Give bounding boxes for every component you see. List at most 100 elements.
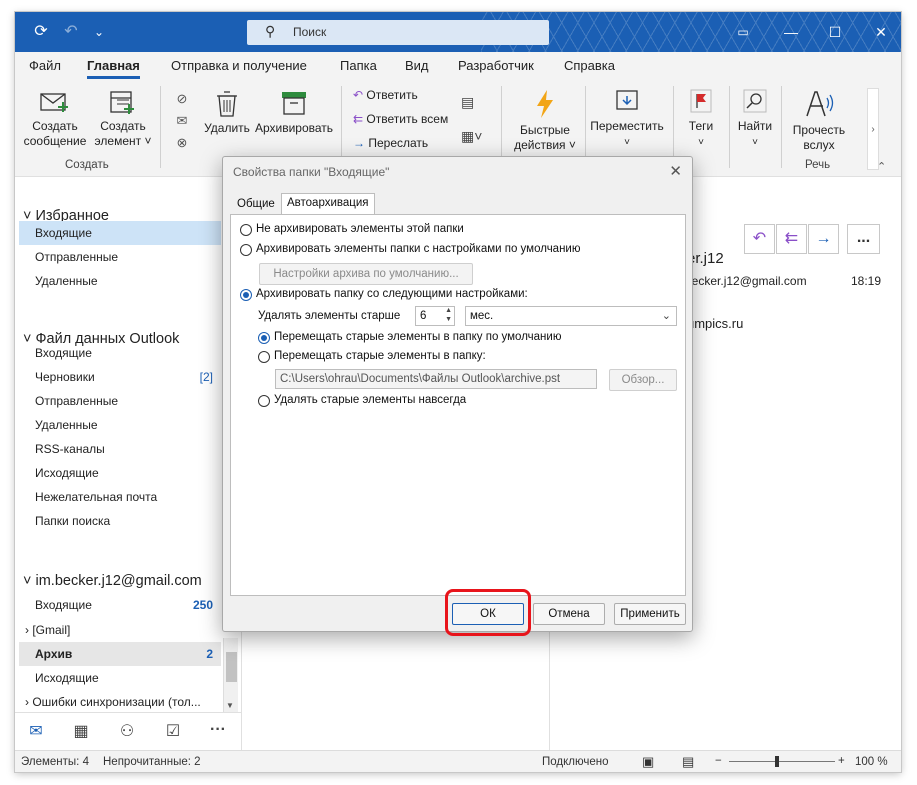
close-icon[interactable]: ✕	[869, 22, 893, 42]
tab-developer[interactable]: Разработчик	[458, 58, 534, 73]
fav-item-label: Входящие	[35, 226, 92, 240]
datafile-item-drafts[interactable]: Черновики [2]	[19, 365, 221, 389]
older-than-value: 6	[420, 310, 427, 322]
apply-button[interactable]: Применить	[614, 603, 686, 625]
more-actions-button[interactable]: ...	[847, 224, 880, 254]
search-input[interactable]: ⚲ Поиск	[247, 20, 549, 45]
radio-delete-permanently[interactable]	[258, 395, 270, 407]
move-button[interactable]: Переместить ˅	[589, 88, 665, 150]
datafile-item-outbox[interactable]: Исходящие	[19, 461, 221, 485]
nav-item-label: Черновики	[35, 370, 95, 384]
fav-item-sent[interactable]: Отправленные	[19, 245, 221, 269]
account-item-gmail[interactable]: › [Gmail]	[19, 618, 221, 642]
default-archive-settings-button[interactable]: Настройки архива по умолчанию...	[259, 263, 473, 285]
ignore-icon[interactable]: ⊘	[177, 91, 188, 106]
account-header[interactable]: ˅ im.becker.j12@gmail.com	[23, 573, 202, 589]
account-item-archive[interactable]: Архив 2	[19, 642, 221, 666]
maximize-icon[interactable]: ☐	[823, 22, 847, 42]
period-select[interactable]: мес. ⌄	[465, 306, 677, 326]
zoom-slider[interactable]	[729, 761, 835, 762]
dialog-close-icon[interactable]: ✕	[669, 162, 682, 180]
tab-view[interactable]: Вид	[405, 58, 429, 73]
cleanup-icon[interactable]: ✉	[177, 113, 188, 128]
more-apps-icon[interactable]: ···	[207, 721, 229, 743]
radio-default-archive[interactable]	[240, 244, 252, 256]
fav-item-deleted[interactable]: Удаленные	[19, 269, 221, 293]
tab-autoarchive[interactable]: Автоархивация	[281, 193, 375, 215]
tab-file[interactable]: Файл	[29, 58, 61, 73]
sender-email: becker.j12@gmail.com	[685, 274, 807, 288]
datafile-item-rss[interactable]: RSS-каналы	[19, 437, 221, 461]
ribbon-scroll-right-icon[interactable]: ›	[867, 88, 879, 170]
more-respond-icon[interactable]: ▦˅	[461, 128, 482, 145]
period-value: мес.	[470, 310, 494, 322]
datafile-item-inbox[interactable]: Входящие	[19, 341, 221, 365]
zoom-in-icon[interactable]: +	[838, 755, 845, 767]
calendar-icon[interactable]: ▦	[70, 721, 92, 743]
archive-button[interactable]: Архивировать	[253, 88, 335, 136]
move-to-label[interactable]: Перемещать старые элементы в папку:	[274, 350, 486, 362]
read-aloud-button[interactable]: Прочесть вслух	[785, 88, 853, 153]
tab-help[interactable]: Справка	[564, 58, 615, 73]
new-item-button[interactable]: Создать элемент ˅	[91, 88, 155, 149]
quick-steps-button[interactable]: Быстрые действия ˅	[509, 88, 581, 153]
sync-icon[interactable]: ⟳	[31, 22, 51, 42]
zoom-out-icon[interactable]: −	[715, 755, 722, 767]
normal-view-icon[interactable]: ▣	[642, 754, 654, 770]
tab-general[interactable]: Общие	[232, 195, 280, 215]
radio-move-to[interactable]	[258, 351, 270, 363]
tasks-icon[interactable]: ☑	[162, 721, 184, 743]
scrollbar-thumb[interactable]	[226, 652, 237, 682]
ok-button-highlight	[445, 589, 531, 636]
ribbon-display-icon[interactable]: ▭	[731, 22, 755, 42]
new-message-button[interactable]: Создать сообщение	[23, 88, 87, 149]
reply-button[interactable]: ↶ Ответить	[353, 88, 418, 102]
find-button[interactable]: Найти ˅	[733, 88, 777, 150]
tab-folder[interactable]: Папка	[340, 58, 377, 73]
datafile-item-deleted[interactable]: Удаленные	[19, 413, 221, 437]
move-default-label[interactable]: Перемещать старые элементы в папку по ум…	[274, 331, 561, 343]
chevron-down-icon: ⌄	[661, 310, 671, 322]
mail-icon[interactable]: ✉	[25, 721, 47, 743]
no-archive-label[interactable]: Не архивировать элементы этой папки	[256, 223, 464, 235]
older-than-stepper[interactable]: 6 ▲ ▼	[415, 306, 455, 326]
account-item-sync-errors[interactable]: › Ошибки синхронизации (тол...	[19, 690, 221, 712]
default-archive-label[interactable]: Архивировать элементы папки с настройкам…	[256, 243, 580, 255]
radio-custom-archive[interactable]	[240, 289, 252, 301]
forward-icon[interactable]: →	[808, 224, 839, 254]
account-item-inbox[interactable]: Входящие 250	[19, 593, 221, 617]
radio-move-default[interactable]	[258, 332, 270, 344]
tab-send-receive[interactable]: Отправка и получение	[171, 58, 307, 73]
undo-icon[interactable]: ↶	[61, 22, 81, 42]
browse-button[interactable]: Обзор...	[609, 369, 677, 391]
tags-button[interactable]: Теги ˅	[679, 88, 723, 150]
folder-pane-scrollbar[interactable]: ▼	[223, 638, 238, 712]
datafile-item-junk[interactable]: Нежелательная почта	[19, 485, 221, 509]
reply-icon[interactable]: ↶	[744, 224, 775, 254]
datafile-item-sent[interactable]: Отправленные	[19, 389, 221, 413]
scroll-down-icon[interactable]: ▼	[226, 701, 234, 710]
fav-item-inbox[interactable]: Входящие	[19, 221, 221, 245]
forward-button[interactable]: → Переслать	[353, 136, 428, 150]
zoom-slider-thumb[interactable]	[775, 756, 779, 767]
reply-all-button[interactable]: ⇇ Ответить всем	[353, 112, 448, 126]
custom-archive-label[interactable]: Архивировать папку со следующими настрой…	[256, 288, 528, 300]
people-icon[interactable]: ⚇	[116, 721, 138, 743]
datafile-item-search-folders[interactable]: Папки поиска	[19, 509, 221, 533]
ignore-cleanup-junk-buttons[interactable]: ⊘ ✉ ⊗	[167, 88, 197, 154]
archive-path-field[interactable]: C:\Users\ohrau\Documents\Файлы Outlook\a…	[275, 369, 597, 389]
stepper-arrows-icon[interactable]: ▲ ▼	[445, 306, 452, 324]
minimize-icon[interactable]: —	[779, 22, 803, 42]
account-item-outbox[interactable]: Исходящие	[19, 666, 221, 690]
reply-all-icon[interactable]: ⇇	[776, 224, 807, 254]
tab-home[interactable]: Главная	[87, 58, 140, 79]
collapse-ribbon-icon[interactable]: ⌃	[877, 160, 886, 173]
junk-icon[interactable]: ⊗	[177, 135, 188, 150]
delete-permanently-label[interactable]: Удалять старые элементы навсегда	[274, 394, 466, 406]
meeting-icon[interactable]: ▤	[461, 94, 474, 111]
radio-no-archive[interactable]	[240, 224, 252, 236]
customize-quick-access-icon[interactable]: ⌄	[89, 22, 109, 42]
reading-view-icon[interactable]: ▤	[682, 754, 694, 770]
cancel-button[interactable]: Отмена	[533, 603, 605, 625]
delete-button[interactable]: Удалить	[203, 88, 251, 136]
